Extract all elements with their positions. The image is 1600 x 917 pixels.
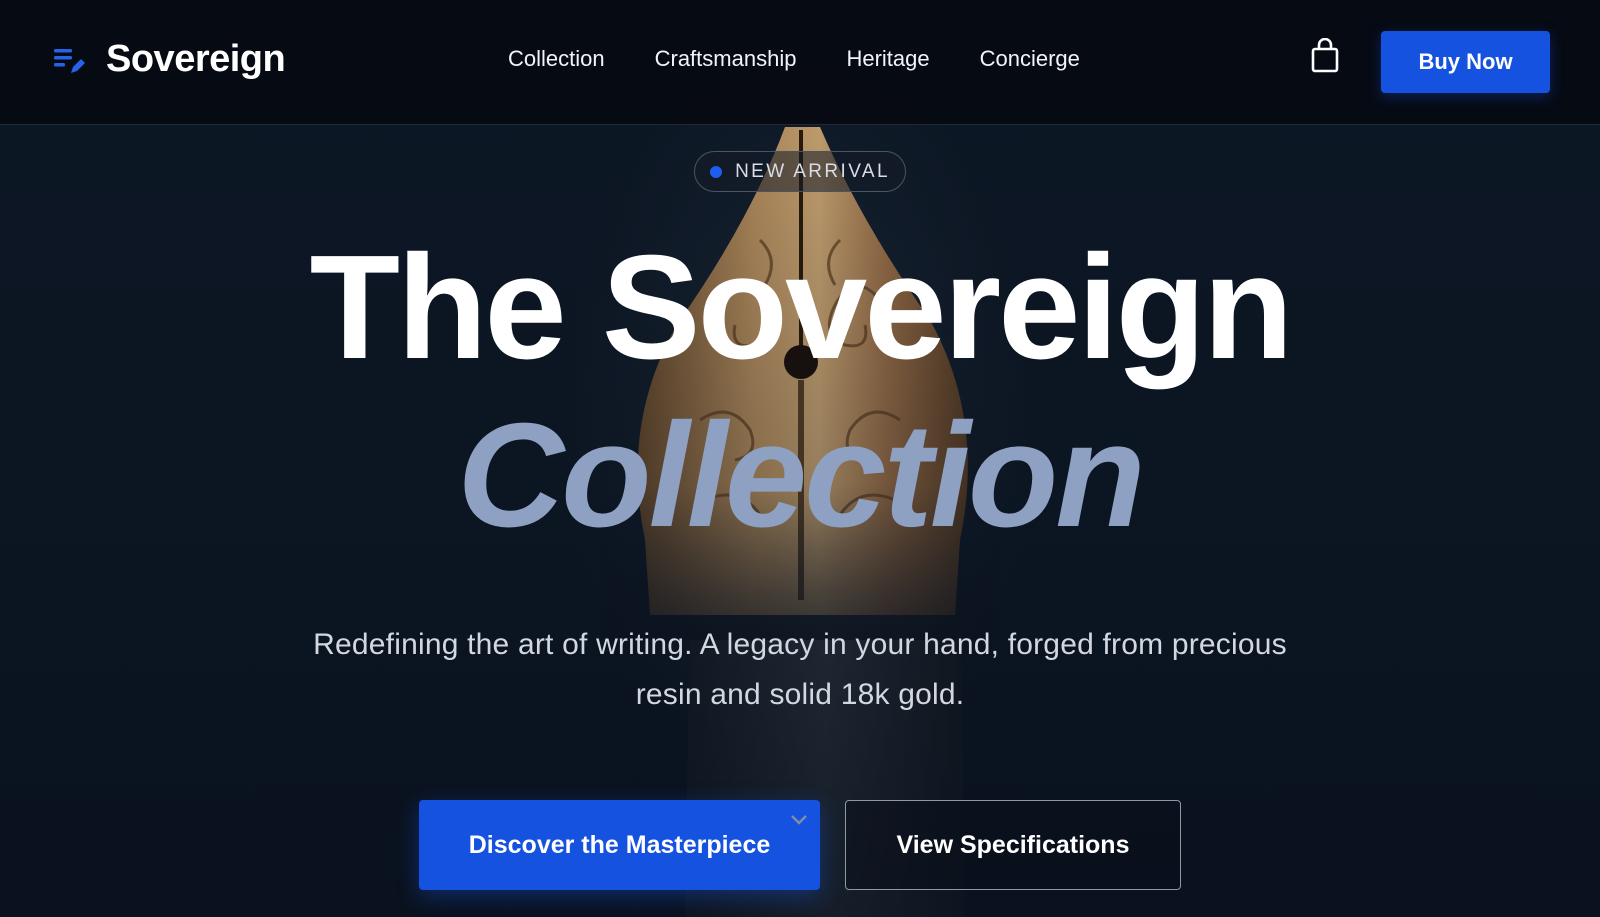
landing-page: Sovereign Collection Craftsmanship Herit… [0, 0, 1600, 917]
badge-label: NEW ARRIVAL [735, 160, 890, 182]
hero-title-line-2: Collection [457, 393, 1145, 558]
discover-masterpiece-button[interactable]: Discover the Masterpiece [419, 800, 820, 890]
shopping-bag-icon[interactable] [1310, 38, 1340, 74]
discover-button-label: Discover the Masterpiece [468, 830, 771, 859]
nav-link-heritage[interactable]: Heritage [846, 46, 929, 72]
badge-dot-icon [710, 165, 723, 178]
main-nav: Collection Craftsmanship Heritage Concie… [508, 46, 1130, 72]
top-navbar: Sovereign Collection Craftsmanship Herit… [0, 0, 1600, 125]
buy-now-button[interactable]: Buy Now [1381, 31, 1550, 93]
hero-title-line-1: The Sovereign [309, 225, 1294, 390]
brand-logo[interactable]: Sovereign [54, 38, 286, 81]
pen-list-icon [54, 48, 85, 73]
view-specifications-button[interactable]: View Specifications [845, 800, 1181, 890]
hero-subtitle: Redefining the art of writing. A legacy … [313, 628, 1287, 711]
nav-link-collection[interactable]: Collection [508, 46, 605, 72]
specifications-button-label: View Specifications [896, 830, 1130, 859]
new-arrival-badge: NEW ARRIVAL [694, 151, 906, 192]
nav-link-craftsmanship[interactable]: Craftsmanship [655, 46, 797, 72]
nav-link-concierge[interactable]: Concierge [980, 46, 1080, 72]
chevron-down-icon [791, 815, 807, 825]
brand-name: Sovereign [106, 38, 286, 80]
